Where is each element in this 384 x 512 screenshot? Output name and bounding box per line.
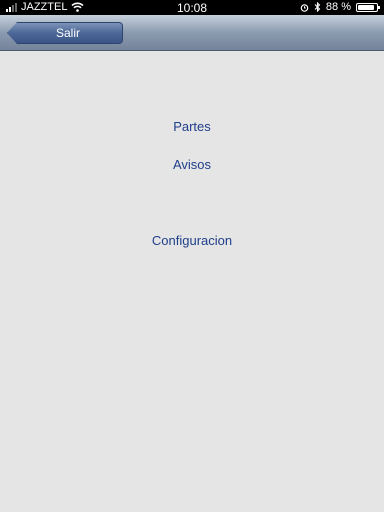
battery-percent: 88 % xyxy=(325,1,351,13)
alarm-icon xyxy=(300,3,309,12)
navigation-bar: Salir xyxy=(0,15,384,51)
bluetooth-icon xyxy=(314,2,321,12)
menu-item-partes[interactable]: Partes xyxy=(0,119,384,134)
status-right: 88 % xyxy=(300,1,380,13)
battery-icon xyxy=(356,2,380,12)
menu-item-configuracion[interactable]: Configuracion xyxy=(0,233,384,248)
menu-item-avisos[interactable]: Avisos xyxy=(0,157,384,172)
back-button[interactable]: Salir xyxy=(7,22,123,44)
status-bar: JAZZTEL 10:08 88 % xyxy=(0,0,384,15)
